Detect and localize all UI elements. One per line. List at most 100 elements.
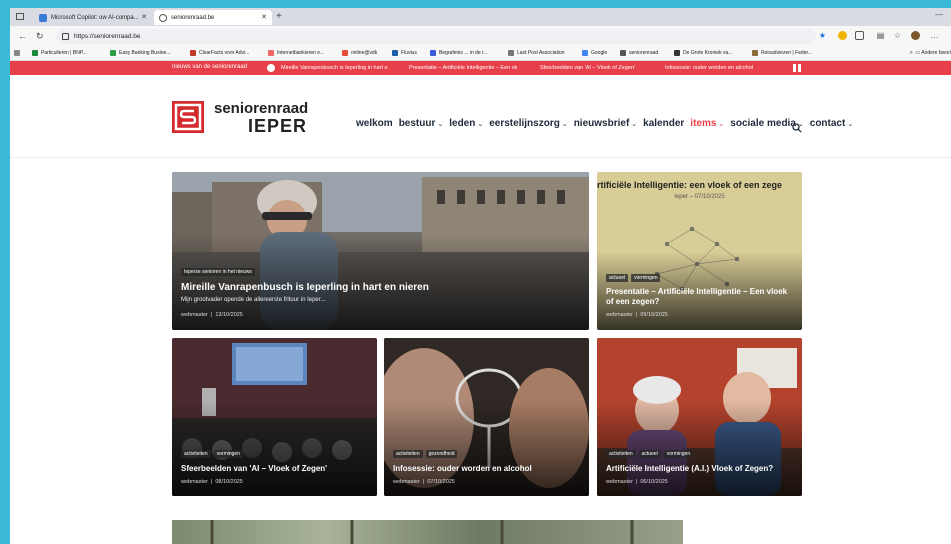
- post-card-mireille[interactable]: Ieperse senioren in het nieuws Mireille …: [172, 172, 589, 330]
- post-tag[interactable]: actueel: [606, 274, 629, 282]
- post-author[interactable]: webmaster: [606, 312, 633, 318]
- logo-city[interactable]: IEPER: [248, 116, 307, 137]
- post-title[interactable]: Sfeerbeelden van 'AI – Vloek of Zegen': [181, 464, 368, 474]
- bookmark-item[interactable]: Internetbankieren e...: [268, 50, 324, 56]
- tab-bar: Microsoft Copilot: uw AI-compa... ✕ seni…: [10, 8, 951, 26]
- post-tag[interactable]: activiteiten: [181, 450, 211, 458]
- extension-icon[interactable]: [838, 31, 847, 40]
- browser-window: Microsoft Copilot: uw AI-compa... ✕ seni…: [10, 8, 951, 544]
- workspaces-icon[interactable]: [16, 13, 24, 20]
- lock-icon: [62, 33, 69, 40]
- chevron-down-icon: ⌄: [477, 121, 484, 128]
- pause-icon[interactable]: [793, 64, 801, 72]
- nav-bestuur[interactable]: bestuur ⌄: [399, 118, 444, 129]
- post-tag[interactable]: Ieperse senioren in het nieuws: [181, 268, 255, 276]
- search-icon[interactable]: [792, 120, 802, 138]
- collections-icon[interactable]: ▤: [876, 31, 885, 40]
- nav-leden[interactable]: leden ⌄: [449, 118, 483, 129]
- split-screen-icon[interactable]: [855, 31, 864, 40]
- bookmark-folder-icon[interactable]: [14, 50, 23, 56]
- post-title[interactable]: Presentatie – Artificiële Intelligentie …: [606, 287, 793, 307]
- close-tab-icon[interactable]: ✕: [141, 13, 147, 21]
- minimize-icon[interactable]: —: [935, 10, 943, 19]
- bookmark-item[interactable]: Particulieren | BNP...: [32, 50, 87, 56]
- chevron-down-icon: ⌄: [437, 121, 444, 128]
- nav-nieuwsbrief[interactable]: nieuwsbrief ⌄: [574, 118, 637, 129]
- post-meta: webmaster | 06/10/2025: [606, 479, 668, 485]
- logo-text[interactable]: seniorenraad: [214, 100, 308, 117]
- nav-contact[interactable]: contact ⌄: [810, 118, 853, 129]
- refresh-icon[interactable]: ↻: [36, 31, 44, 42]
- back-icon[interactable]: ←: [18, 31, 27, 41]
- bookmark-item[interactable]: De Grote Kroniek va...: [674, 50, 732, 56]
- post-tag[interactable]: activiteiten: [393, 450, 423, 458]
- post-tag[interactable]: vormingen: [631, 274, 661, 282]
- post-card-infosessie-alcohol[interactable]: activiteiten gezondheid Infosessie: oude…: [384, 338, 589, 496]
- bookmark-item[interactable]: ClearFacts voor Advi...: [190, 50, 249, 56]
- nav-items[interactable]: items ⌄: [690, 118, 724, 129]
- site-header: seniorenraad IEPER welkom bestuur ⌄ leden…: [10, 75, 951, 158]
- post-card-ai-vloek-zegen[interactable]: activiteiten actueel vormingen Artificië…: [597, 338, 802, 496]
- post-card-presentatie-ai[interactable]: rtificiële Intelligentie: een vloek of e…: [597, 172, 802, 330]
- chevron-down-icon: ⌄: [561, 121, 568, 128]
- bookmarks-bar: Particulieren | BNP... Easy Banking Busi…: [10, 48, 951, 61]
- post-meta: webmaster | 08/10/2025: [181, 479, 243, 485]
- more-icon[interactable]: …: [930, 31, 939, 40]
- chevron-down-icon: ⌄: [631, 121, 638, 128]
- post-tag[interactable]: gezondheid: [425, 450, 458, 458]
- post-title[interactable]: Infosessie: ouder worden en alcohol: [393, 464, 580, 474]
- globe-icon: [159, 13, 167, 22]
- tab-seniorenraad[interactable]: seniorenraad.be ✕: [154, 10, 272, 25]
- post-tag[interactable]: actueel: [638, 450, 661, 458]
- nav-kalender[interactable]: kalender: [643, 118, 684, 129]
- post-author[interactable]: webmaster: [606, 479, 633, 485]
- ticker-label: nieuws van de seniorenraad: [172, 64, 248, 70]
- post-tag[interactable]: activiteiten: [606, 450, 636, 458]
- chevron-down-icon: ⌄: [847, 121, 854, 128]
- bookmark-item[interactable]: Easy Banking Busine...: [110, 50, 170, 56]
- bookmark-item[interactable]: Last Post Association: [508, 50, 565, 56]
- main-nav: welkom bestuur ⌄ leden ⌄ eerstelijnszorg ⌄ …: [356, 118, 859, 129]
- url-text: https://seniorenraad.be: [74, 33, 141, 40]
- post-tag[interactable]: vormingen: [213, 450, 243, 458]
- avatar[interactable]: [911, 31, 920, 40]
- chevron-down-icon: ⌄: [718, 121, 725, 128]
- post-title[interactable]: Mireille Vanrapenbusch is Ieperling in h…: [181, 283, 580, 293]
- favorites-icon[interactable]: ☆: [893, 31, 902, 40]
- bookmark-item[interactable]: Begrafenis ... in de r...: [430, 50, 488, 56]
- post-author[interactable]: webmaster: [181, 479, 208, 485]
- post-date: 06/10/2025: [640, 479, 668, 485]
- nav-welkom[interactable]: welkom: [356, 118, 393, 129]
- ticker-item[interactable]: Infosessie: ouder worden en alcohol: [665, 65, 753, 71]
- address-bar: ← ↻ https://seniorenraad.be ★ ▤ ☆ …: [10, 26, 951, 48]
- ticker-item[interactable]: Presentatie – Artificiële Intelligentie …: [409, 65, 517, 71]
- bookmark-item[interactable]: Reisadviezen | Feder...: [752, 50, 812, 56]
- ticker-item[interactable]: Mireille Vanrapenbusch is Ieperling in h…: [281, 65, 388, 71]
- post-meta: webmaster | 07/10/2025: [393, 479, 455, 485]
- post-card-sfeerbeelden[interactable]: activiteiten vormingen Sfeerbeelden van …: [172, 338, 377, 496]
- bookmark-item[interactable]: Google: [582, 50, 607, 56]
- bookmark-item[interactable]: online@vdk: [342, 50, 377, 56]
- favorite-star-icon[interactable]: ★: [818, 31, 827, 40]
- logo-icon[interactable]: [172, 101, 204, 133]
- ticker-indicator: [267, 64, 275, 72]
- post-title[interactable]: Artificiële Intelligentie (A.I.) Vloek o…: [606, 464, 793, 474]
- close-tab-icon[interactable]: ✕: [261, 13, 267, 21]
- post-excerpt: Mijn grootvader opende de allereerste fr…: [181, 297, 326, 303]
- bookmark-item[interactable]: Fluvius: [392, 50, 417, 56]
- post-image-heading: rtificiële Intelligentie: een vloek of e…: [597, 180, 783, 190]
- url-field[interactable]: https://seniorenraad.be: [56, 29, 816, 44]
- post-author[interactable]: webmaster: [393, 479, 420, 485]
- tab-copilot[interactable]: Microsoft Copilot: uw AI-compa... ✕: [34, 10, 152, 25]
- post-tag[interactable]: vormingen: [663, 450, 694, 458]
- ticker-item[interactable]: Sfeerbeelden van 'AI – Vloek of Zegen': [540, 65, 635, 71]
- bookmark-item[interactable]: seniorenraad: [620, 50, 658, 56]
- post-date: 08/10/2025: [215, 479, 243, 485]
- post-card-next[interactable]: [172, 520, 683, 544]
- other-favorites[interactable]: > ▭ Andere favori: [910, 50, 951, 56]
- new-tab-icon[interactable]: +: [276, 11, 282, 22]
- nav-eerstelijnszorg[interactable]: eerstelijnszorg ⌄: [489, 118, 567, 129]
- copilot-icon: [39, 13, 47, 22]
- post-meta: webmaster | 13/10/2025: [181, 312, 243, 318]
- post-author[interactable]: webmaster: [181, 312, 208, 318]
